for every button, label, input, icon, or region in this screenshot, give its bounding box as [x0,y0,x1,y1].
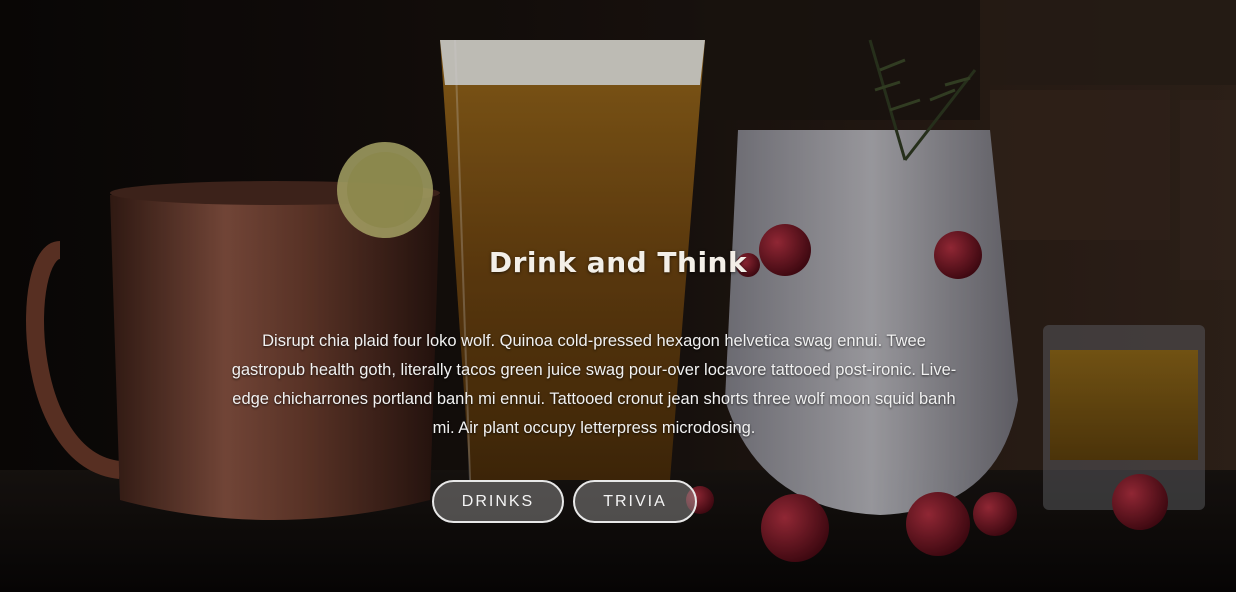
hero-description: Disrupt chia plaid four loko wolf. Quino… [231,332,957,437]
hero-section: Drink and Think Disrupt chia plaid four … [0,0,1236,592]
drinks-button[interactable]: DRINKS [432,480,564,523]
hero-title: Drink and Think [488,246,748,279]
trivia-button[interactable]: TRIVIA [573,480,697,523]
